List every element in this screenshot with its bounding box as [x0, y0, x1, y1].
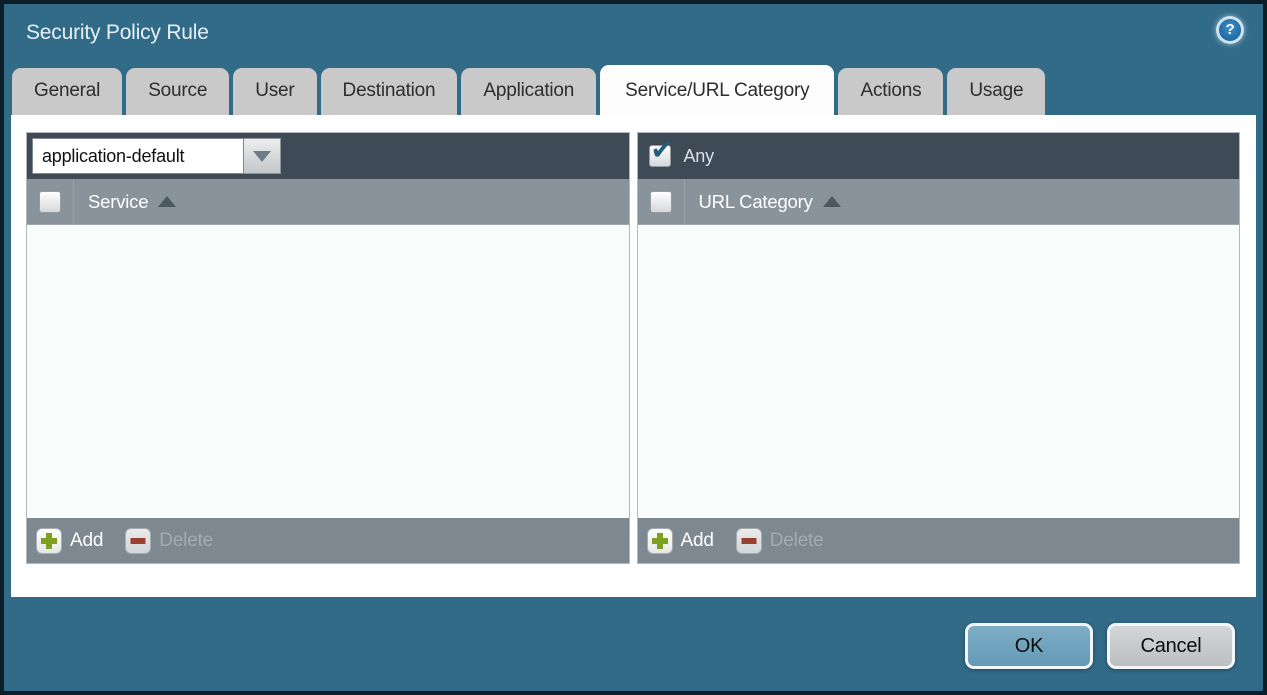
add-service-button[interactable]: Add — [36, 528, 103, 554]
delete-service-button[interactable]: Delete — [125, 528, 213, 554]
minus-icon — [125, 528, 151, 554]
any-checkbox-row[interactable]: ✔ Any — [649, 145, 714, 167]
tab-destination[interactable]: Destination — [321, 68, 458, 115]
column-divider — [684, 179, 685, 224]
any-label: Any — [684, 146, 714, 167]
ok-button[interactable]: OK — [965, 623, 1093, 669]
dialog-title: Security Policy Rule — [26, 21, 209, 44]
tab-usage[interactable]: Usage — [947, 68, 1045, 115]
url-category-panel: ✔ Any URL Category Add — [637, 132, 1241, 564]
chevron-down-icon — [253, 151, 271, 162]
tab-bar: General Source User Destination Applicat… — [4, 64, 1263, 115]
tab-content: application-default Service — [11, 115, 1256, 597]
minus-icon — [736, 528, 762, 554]
sort-ascending-icon[interactable] — [823, 196, 841, 207]
tab-general[interactable]: General — [12, 68, 122, 115]
add-url-category-button[interactable]: Add — [647, 528, 714, 554]
tab-source[interactable]: Source — [126, 68, 229, 115]
dropdown-arrow-button[interactable] — [244, 138, 281, 174]
service-column-header[interactable]: Service — [88, 191, 148, 213]
select-all-url-categories-checkbox[interactable] — [650, 191, 672, 213]
url-category-list-body[interactable] — [638, 225, 1240, 518]
url-category-panel-toolbar: ✔ Any — [638, 133, 1240, 179]
service-table-header: Service — [27, 179, 629, 225]
help-icon[interactable]: ? — [1216, 16, 1244, 44]
checkmark-icon: ✔ — [651, 135, 674, 166]
service-panel: application-default Service — [26, 132, 630, 564]
plus-icon — [36, 528, 62, 554]
service-list-body[interactable] — [27, 225, 629, 518]
security-policy-rule-dialog: Security Policy Rule ? General Source Us… — [4, 4, 1263, 669]
service-type-dropdown-value: application-default — [32, 138, 244, 174]
tab-actions[interactable]: Actions — [838, 68, 943, 115]
delete-url-category-button[interactable]: Delete — [736, 528, 824, 554]
service-panel-footer: Add Delete — [27, 518, 629, 563]
dialog-titlebar: Security Policy Rule ? — [4, 4, 1263, 64]
tab-service-url-category[interactable]: Service/URL Category — [600, 65, 834, 115]
url-category-column-header[interactable]: URL Category — [699, 191, 813, 213]
cancel-button[interactable]: Cancel — [1107, 623, 1235, 669]
plus-icon — [647, 528, 673, 554]
dialog-action-bar: OK Cancel — [4, 623, 1235, 669]
sort-ascending-icon[interactable] — [158, 196, 176, 207]
any-checkbox[interactable]: ✔ — [649, 145, 671, 167]
service-type-dropdown[interactable]: application-default — [32, 138, 281, 174]
url-category-panel-footer: Add Delete — [638, 518, 1240, 563]
service-panel-toolbar: application-default — [27, 133, 629, 179]
select-all-services-checkbox[interactable] — [39, 191, 61, 213]
tab-user[interactable]: User — [233, 68, 316, 115]
column-divider — [73, 179, 74, 224]
url-category-table-header: URL Category — [638, 179, 1240, 225]
tab-application[interactable]: Application — [461, 68, 596, 115]
